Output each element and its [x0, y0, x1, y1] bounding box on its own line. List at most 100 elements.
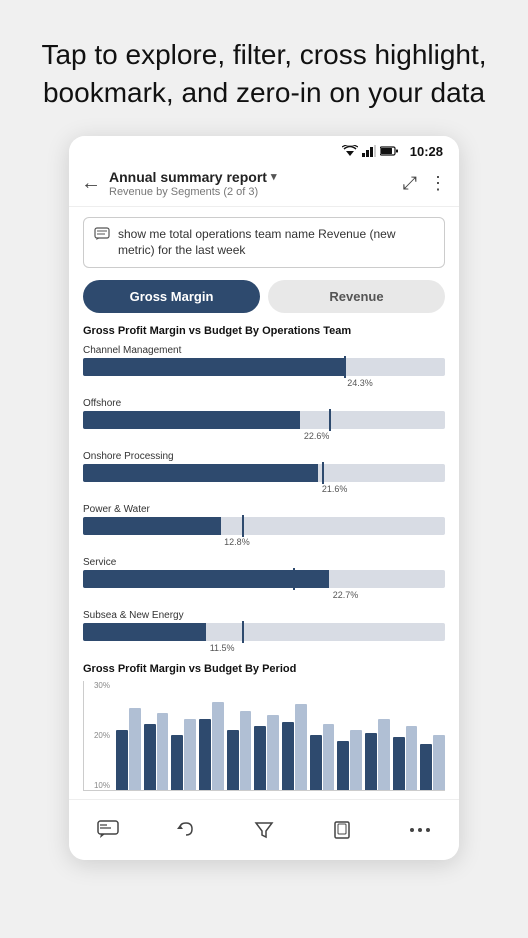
bar-group [171, 719, 196, 791]
y-axis-label: 30% [84, 681, 114, 690]
grouped-bar-dark [365, 733, 377, 790]
back-button[interactable]: ← [81, 172, 101, 195]
y-axis-label: 10% [84, 781, 114, 790]
grouped-bar-dark [420, 744, 432, 790]
grouped-bar-light [378, 719, 390, 791]
bookmark-nav-button[interactable] [322, 810, 362, 850]
more-options-icon[interactable]: ⋮ [429, 173, 447, 194]
tab-revenue[interactable]: Revenue [268, 280, 445, 313]
grouped-bar-light [350, 730, 362, 791]
battery-icon [380, 146, 398, 156]
query-bar[interactable]: show me total operations team name Reven… [83, 217, 445, 269]
wifi-icon [342, 145, 358, 157]
grouped-bar-dark [337, 741, 349, 791]
bar-track [83, 411, 445, 429]
bar-value: 12.8% [83, 537, 445, 547]
bar-track [83, 464, 445, 482]
grouped-bar-dark [393, 737, 405, 790]
tab-row: Gross Margin Revenue [83, 280, 445, 313]
bar-label: Offshore [83, 398, 445, 409]
bar-group [420, 735, 445, 790]
grouped-bar-light [212, 702, 224, 790]
bar-row: Channel Management 24.3% [83, 345, 445, 388]
grouped-bar-light [323, 724, 335, 790]
bar-group [227, 711, 252, 790]
bar-groups-container [116, 681, 445, 790]
y-axis-labels: 30% 20% 10% [84, 681, 114, 790]
grouped-bar-light [240, 711, 252, 790]
bar-row: Power & Water 12.8% [83, 504, 445, 547]
status-time: 10:28 [410, 144, 443, 159]
bar-value: 11.5% [83, 643, 445, 653]
bar-fill [83, 623, 206, 641]
undo-nav-button[interactable] [166, 810, 206, 850]
bar-marker [242, 621, 244, 643]
bar-value: 24.3% [83, 378, 445, 388]
grouped-bar-dark [199, 719, 211, 791]
bar-track [83, 623, 445, 641]
bar-track [83, 358, 445, 376]
bar-marker [293, 568, 295, 590]
expand-icon[interactable]: ⤢ [403, 173, 417, 194]
nav-title-area: Annual summary report ▾ Revenue by Segme… [109, 169, 403, 198]
grouped-bar-dark [171, 735, 183, 790]
bar-group [282, 704, 307, 790]
grouped-bar-light [129, 708, 141, 791]
bar-row: Subsea & New Energy11.5% [83, 610, 445, 653]
grouped-bar-dark [144, 724, 156, 790]
nav-actions: ⤢ ⋮ [403, 173, 447, 194]
bar-track [83, 570, 445, 588]
bar-row: Service 22.7% [83, 557, 445, 600]
bar-group [116, 708, 141, 791]
bar-fill [83, 517, 221, 535]
title-chevron-icon[interactable]: ▾ [271, 170, 277, 183]
bar-group [393, 726, 418, 790]
more-nav-button[interactable] [400, 810, 440, 850]
grouped-bar-light [295, 704, 307, 790]
y-axis-label: 20% [84, 731, 114, 740]
bar-marker [322, 462, 324, 484]
signal-icon [362, 145, 376, 157]
nav-title: Annual summary report ▾ [109, 169, 403, 185]
phone-frame: 10:28 ← Annual summary report ▾ Revenue … [69, 136, 459, 861]
bar-rows-container: Channel Management 24.3% Offshore 22.6% Onsh… [83, 345, 445, 653]
bar-fill [83, 464, 318, 482]
grouped-bar-dark [310, 735, 322, 790]
grouped-bar-light [406, 726, 418, 790]
grouped-chart-area: 30% 20% 10% [83, 681, 445, 791]
bar-label: Power & Water [83, 504, 445, 515]
bar-fill [83, 358, 344, 376]
bar-label: Service [83, 557, 445, 568]
bar-group [254, 715, 279, 790]
bar-track [83, 517, 445, 535]
bar-value: 22.7% [83, 590, 445, 600]
query-chat-icon [94, 227, 110, 246]
grouped-bar-light [184, 719, 196, 791]
hero-text: Tap to explore, filter, cross highlight,… [0, 0, 528, 136]
content-area: show me total operations team name Reven… [69, 207, 459, 792]
chat-nav-button[interactable] [88, 810, 128, 850]
status-icons [342, 145, 398, 157]
bar-marker [344, 356, 346, 378]
bar-value: 21.6% [83, 484, 445, 494]
filter-nav-button[interactable] [244, 810, 284, 850]
query-text: show me total operations team name Reven… [118, 226, 434, 260]
bar-group [310, 724, 335, 790]
chart2-title: Gross Profit Margin vs Budget By Period [83, 663, 445, 675]
bar-value: 22.6% [83, 431, 445, 441]
bar-group [365, 719, 390, 791]
grouped-bar-light [267, 715, 279, 790]
grouped-bar-dark [116, 730, 128, 791]
bar-label: Channel Management [83, 345, 445, 356]
bar-fill [83, 411, 300, 429]
bar-row: Offshore 22.6% [83, 398, 445, 441]
tab-gross-margin[interactable]: Gross Margin [83, 280, 260, 313]
bar-group [144, 713, 169, 790]
nav-subtitle: Revenue by Segments (2 of 3) [109, 186, 403, 198]
status-bar: 10:28 [69, 136, 459, 163]
top-nav: ← Annual summary report ▾ Revenue by Seg… [69, 163, 459, 207]
bar-row: Onshore Processing 21.6% [83, 451, 445, 494]
grouped-bar-dark [282, 722, 294, 790]
grouped-bar-dark [227, 730, 239, 791]
bar-label: Onshore Processing [83, 451, 445, 462]
